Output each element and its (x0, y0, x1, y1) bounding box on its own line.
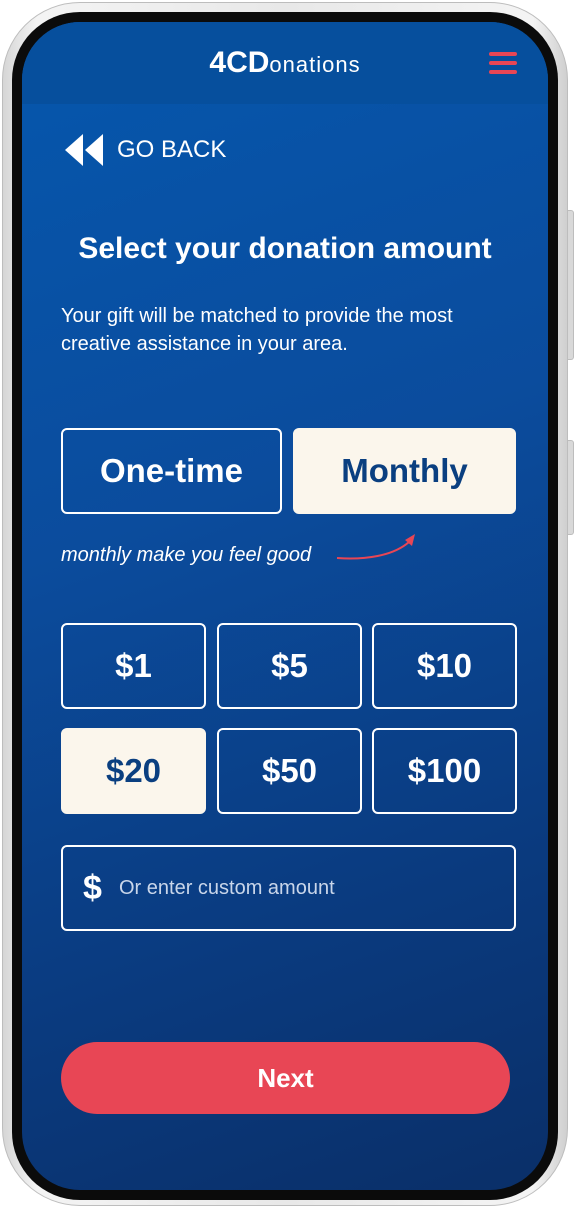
top-bar: 4CDonations (22, 22, 548, 104)
hamburger-menu-icon[interactable] (489, 52, 517, 74)
amount-1-button[interactable]: $1 (61, 623, 206, 709)
curved-arrow-icon (336, 534, 415, 560)
dollar-icon: $ (83, 868, 102, 907)
monthly-note: monthly make you feel good (61, 544, 312, 566)
amount-20-button[interactable]: $20 (61, 728, 206, 814)
amount-100-button[interactable]: $100 (372, 728, 517, 814)
go-back-label: GO BACK (117, 136, 227, 163)
go-back-button[interactable]: GO BACK (65, 134, 226, 166)
custom-amount-field[interactable]: $ (61, 845, 516, 931)
amount-10-button[interactable]: $10 (372, 623, 517, 709)
double-chevron-left-icon (65, 134, 103, 166)
logo-rest-text: onations (269, 52, 361, 77)
logo-bold-text: 4CD (209, 46, 270, 79)
amount-5-button[interactable]: $5 (217, 623, 362, 709)
custom-amount-input[interactable] (117, 875, 501, 901)
page-title: Select your donation amount (78, 232, 492, 265)
power-button (568, 440, 574, 535)
page-subtitle: Your gift will be matched to provide the… (61, 305, 453, 355)
amount-50-button[interactable]: $50 (217, 728, 362, 814)
frequency-monthly-button[interactable]: Monthly (293, 428, 516, 514)
volume-button (568, 210, 574, 360)
frequency-one-time-button[interactable]: One-time (61, 428, 282, 514)
app-logo: 4CDonations (22, 46, 548, 80)
app-screen: 4CDonations GO BACK Select your donation… (22, 22, 548, 1190)
next-button[interactable]: Next (61, 1042, 510, 1114)
